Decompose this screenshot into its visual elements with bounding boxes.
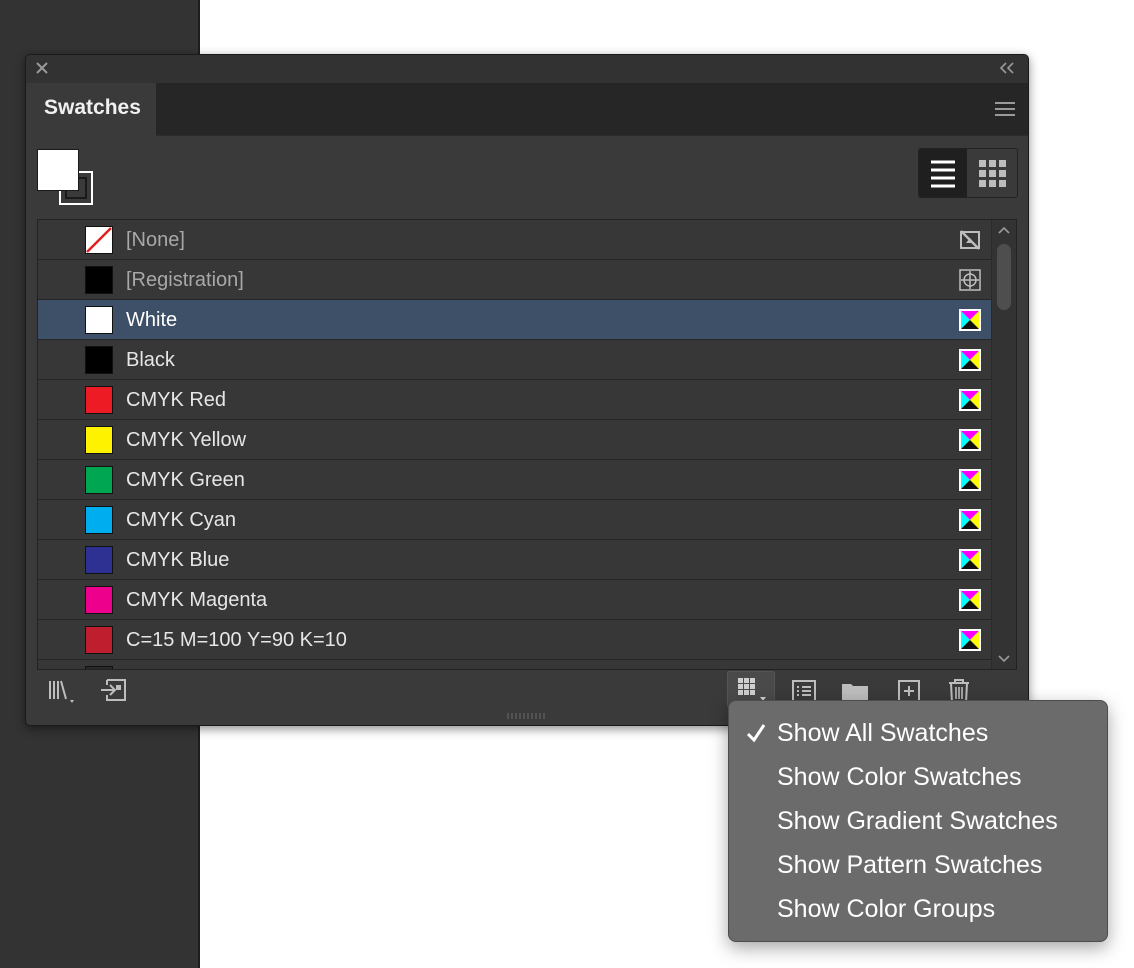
swatch-chip	[85, 586, 113, 614]
panel-content: [None] [Registration] White Black CMYK Red CM…	[26, 136, 1028, 725]
collapse-panel-icon[interactable]	[998, 61, 1016, 75]
swatch-row[interactable]: CMYK Red	[38, 380, 991, 420]
scrollbar[interactable]	[991, 220, 1016, 669]
checkmark-icon	[746, 724, 766, 743]
swatch-kinds-popup-menu: Show All Swatches Show Color Swatches Show…	[728, 700, 1108, 942]
fill-swatch[interactable]	[37, 149, 79, 191]
cmyk-process-icon	[959, 349, 981, 371]
swatch-libraries-icon[interactable]	[46, 676, 76, 706]
swatch-row[interactable]: CMYK Magenta	[38, 580, 991, 620]
cmyk-process-icon	[959, 309, 981, 331]
cmyk-process-icon	[959, 509, 981, 531]
swatch-row[interactable]: CMYK Green	[38, 460, 991, 500]
cmyk-process-icon	[959, 549, 981, 571]
scroll-down-icon[interactable]	[996, 653, 1012, 665]
grid-view-icon	[979, 160, 1006, 187]
swatch-chip	[85, 426, 113, 454]
swatch-name: CMYK Cyan	[126, 509, 237, 531]
swatch-chip	[85, 226, 113, 254]
grid-view-button[interactable]	[968, 149, 1017, 197]
swatch-chip	[85, 386, 113, 414]
swatch-row[interactable]: C=15 M=100 Y=90 K=10	[38, 620, 991, 660]
swatch-name: [Registration]	[126, 269, 244, 291]
place-swatches-icon[interactable]	[99, 676, 129, 706]
swatch-row[interactable]: Black	[38, 340, 991, 380]
swatch-row[interactable]: White	[38, 300, 991, 340]
swatch-chip	[85, 346, 113, 374]
swatch-name: White	[126, 309, 178, 331]
cmyk-process-icon	[959, 389, 981, 411]
swatch-row[interactable]: [Registration]	[38, 260, 991, 300]
swatch-name: CMYK Blue	[126, 549, 230, 571]
swatch-chip	[85, 306, 113, 334]
menu-item[interactable]: Show All Swatches	[777, 711, 988, 755]
swatch-chip	[85, 626, 113, 654]
panel-tabbar: Swatches	[26, 83, 1028, 136]
swatch-chip	[85, 466, 113, 494]
menu-item[interactable]: Show Color Swatches	[777, 755, 1022, 799]
swatch-list[interactable]: [None] [Registration] White Black CMYK Red CM…	[37, 219, 1017, 670]
close-icon[interactable]	[34, 60, 50, 76]
panel-menu-icon[interactable]	[994, 101, 1016, 117]
swatch-chip	[85, 266, 113, 294]
menu-item[interactable]: Show Pattern Swatches	[777, 843, 1042, 887]
swatch-name: Black	[126, 349, 175, 371]
scroll-thumb[interactable]	[997, 244, 1011, 310]
swatch-name: [None]	[126, 229, 185, 251]
registration-icon	[959, 269, 981, 291]
swatch-chip	[85, 546, 113, 574]
list-view-icon	[931, 160, 955, 188]
swatch-row[interactable]: CMYK Yellow	[38, 420, 991, 460]
list-view-button[interactable]	[919, 149, 967, 197]
cmyk-process-icon	[959, 629, 981, 651]
cmyk-process-icon	[959, 589, 981, 611]
cmyk-process-icon	[959, 469, 981, 491]
menu-item[interactable]: Show Color Groups	[777, 887, 995, 931]
swatch-chip	[85, 506, 113, 534]
resize-grip-icon[interactable]	[506, 712, 546, 720]
swatch-row[interactable]: CMYK Blue	[38, 540, 991, 580]
menu-item[interactable]: Show Gradient Swatches	[777, 799, 1058, 843]
swatch-name: CMYK Green	[126, 469, 245, 491]
swatch-row[interactable]: [None]	[38, 220, 991, 260]
cmyk-process-icon	[959, 429, 981, 451]
panel-titlebar[interactable]	[26, 55, 1028, 83]
tab-swatches[interactable]: Swatches	[26, 83, 156, 136]
none-slash-icon	[86, 227, 112, 253]
swatch-row[interactable]: CMYK Cyan	[38, 500, 991, 540]
swatch-name: C=15 M=100 Y=90 K=10	[126, 629, 347, 651]
swatches-panel: Swatches [None] [Registration] White Bla…	[25, 54, 1029, 726]
scroll-up-icon[interactable]	[996, 224, 1012, 236]
swatch-name: CMYK Yellow	[126, 429, 247, 451]
swatch-name: CMYK Magenta	[126, 589, 268, 611]
none-not-editable-icon	[960, 230, 980, 250]
view-toggle	[918, 148, 1018, 198]
swatch-name: CMYK Red	[126, 389, 227, 411]
